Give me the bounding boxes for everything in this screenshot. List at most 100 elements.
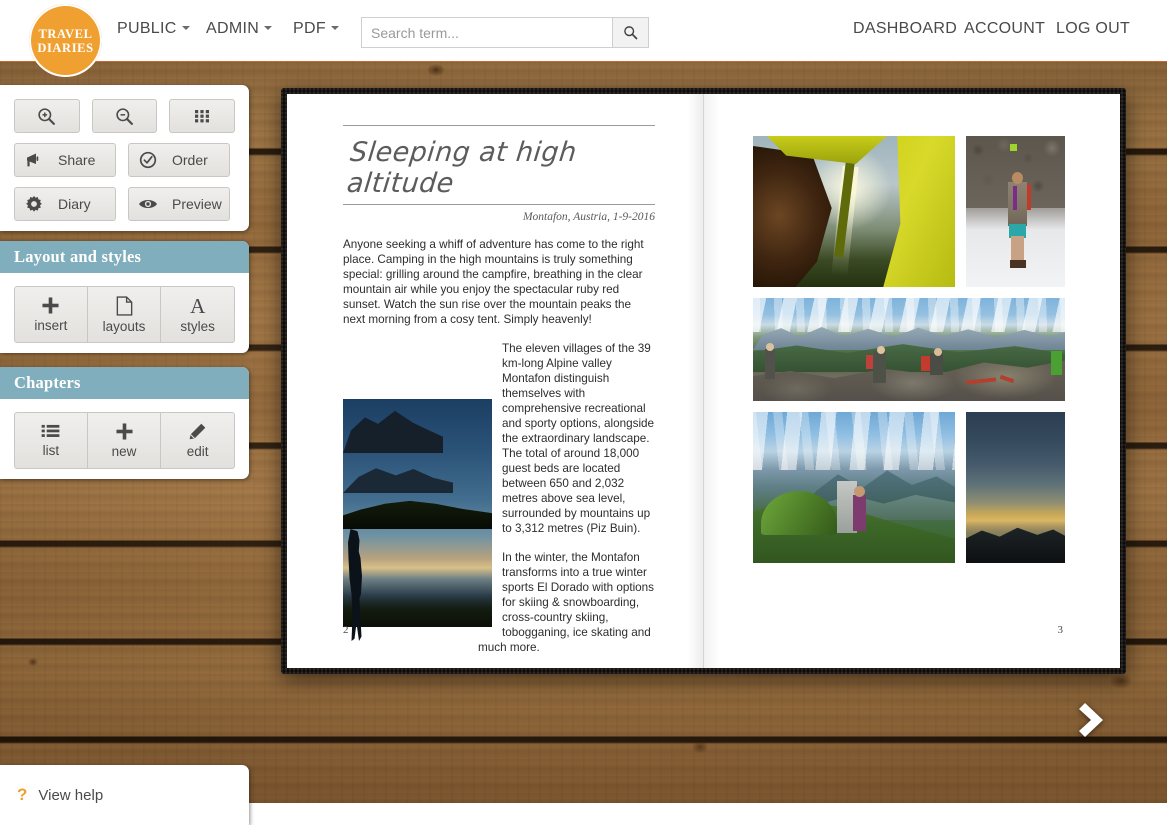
- share-button-label: Share: [58, 152, 96, 168]
- diary-paragraph-2-wrap: The eleven villages of the 39 km-long Al…: [343, 341, 655, 641]
- insert-button[interactable]: insert: [14, 286, 88, 343]
- search-icon: [624, 26, 638, 40]
- logo-line-2: DIARIES: [37, 40, 94, 55]
- zoom-in-button[interactable]: [14, 99, 80, 133]
- hiker-mid-head: [877, 346, 885, 354]
- chevron-down-icon: [330, 26, 339, 30]
- insert-button-label: insert: [34, 318, 68, 333]
- diary-location-date: Montafon, Austria, 1-9-2016: [522, 211, 655, 223]
- nav-item-logout[interactable]: LOG OUT: [1056, 20, 1130, 38]
- page-number-left: 2: [343, 624, 349, 636]
- hiker-right-head: [934, 348, 942, 356]
- search-form: [361, 17, 649, 48]
- photo-row-3: [753, 412, 1065, 563]
- book-viewer: Sleeping at high altitude Montafon, Aust…: [281, 88, 1126, 674]
- diary-paragraph-3: In the winter, the Montafon transforms i…: [478, 551, 655, 654]
- cloud-streaks: [753, 412, 955, 470]
- share-order-row: Share Order: [0, 133, 249, 177]
- ridge-shape: [343, 410, 443, 453]
- zoom-in-icon: [38, 107, 56, 125]
- nav-item-pdf-label: PDF: [293, 20, 326, 37]
- book-page-right: 3: [703, 94, 1119, 668]
- diary-paragraph-2: The eleven villages of the 39 km-long Al…: [502, 342, 655, 535]
- ground-shape: [343, 500, 492, 529]
- hiker-far-right: [1051, 351, 1062, 375]
- chapters-button-group: list new edit: [0, 399, 249, 469]
- styles-button[interactable]: A styles: [161, 286, 236, 343]
- nav-item-pdf[interactable]: PDF: [293, 20, 339, 38]
- gear-icon: [24, 195, 44, 213]
- chevron-down-icon: [181, 26, 190, 30]
- nav-item-account[interactable]: ACCOUNT: [964, 20, 1045, 38]
- nav-item-admin[interactable]: ADMIN: [206, 20, 273, 38]
- cloud-streaks: [753, 298, 1065, 332]
- logo-line-1: TRAVEL: [38, 26, 93, 41]
- panorama-hikers-on-ridge-photo[interactable]: [753, 298, 1065, 401]
- photo-row-2: [753, 298, 1065, 401]
- hiker-left: [765, 349, 775, 379]
- hiker-on-snowfield-photo[interactable]: [966, 136, 1065, 287]
- hiker-mid: [873, 351, 886, 383]
- book-pages: Sleeping at high altitude Montafon, Aust…: [287, 94, 1120, 668]
- chapter-new-button[interactable]: new: [87, 412, 162, 469]
- chapter-list-button[interactable]: list: [14, 412, 88, 469]
- view-from-yellow-tent-photo[interactable]: [753, 136, 955, 287]
- view-help-button[interactable]: ? View help: [0, 765, 249, 805]
- foreground-hair: [753, 146, 832, 287]
- diary-button[interactable]: Diary: [14, 187, 116, 221]
- search-input[interactable]: [361, 17, 612, 48]
- photo-row-1: [753, 136, 1065, 287]
- order-button[interactable]: Order: [128, 143, 230, 177]
- green-tent-campsite-photo[interactable]: [753, 412, 955, 563]
- dusk-mountain-valley-photo[interactable]: [966, 412, 1065, 563]
- chapter-edit-button[interactable]: edit: [161, 412, 236, 469]
- nav-item-public[interactable]: PUBLIC: [117, 20, 190, 38]
- hiker-right: [930, 353, 943, 375]
- hiker-legs: [1011, 236, 1024, 262]
- zoom-out-icon: [116, 107, 133, 125]
- layouts-button-label: layouts: [102, 318, 146, 334]
- search-button[interactable]: [612, 17, 649, 48]
- brand-logo[interactable]: TRAVEL DIARIES: [29, 4, 102, 77]
- purple-strap: [1013, 186, 1017, 210]
- tent-right-panel: [883, 136, 955, 287]
- camper-head: [854, 486, 865, 497]
- book-spine: [687, 94, 720, 668]
- page-icon: [116, 295, 133, 316]
- preview-button[interactable]: Preview: [128, 187, 230, 221]
- megaphone-icon: [24, 152, 44, 168]
- chapters-panel: Chapters list new edit: [0, 367, 249, 479]
- view-help-label: View help: [38, 786, 104, 804]
- page-number-right: 3: [1057, 624, 1064, 636]
- next-page-arrow[interactable]: [1077, 700, 1111, 740]
- chapter-edit-label: edit: [186, 444, 209, 459]
- diary-paragraph-1: Anyone seeking a whiff of adventure has …: [343, 238, 644, 326]
- nav-item-dashboard[interactable]: DASHBOARD: [853, 20, 957, 38]
- chapters-panel-title: Chapters: [0, 367, 249, 399]
- hiker-boots: [1010, 260, 1026, 268]
- share-button[interactable]: Share: [14, 143, 116, 177]
- diary-entry-title: Sleeping at high altitude: [345, 137, 579, 199]
- diary-button-label: Diary: [58, 196, 91, 212]
- silhouette-at-sunset-photo[interactable]: [343, 399, 492, 641]
- hiker-torso: [1008, 182, 1027, 226]
- plus-icon: [41, 296, 60, 315]
- chevron-down-icon: [264, 26, 273, 30]
- zoom-button-row: [0, 85, 249, 133]
- layout-panel-title: Layout and styles: [0, 241, 249, 273]
- nav-item-public-label: PUBLIC: [117, 20, 177, 37]
- pencil-icon: [188, 422, 207, 441]
- plus-icon: [115, 422, 134, 441]
- grid-view-button[interactable]: [169, 99, 236, 133]
- zoom-out-button[interactable]: [91, 99, 158, 133]
- chapter-list-label: list: [42, 442, 60, 458]
- layout-and-styles-panel: Layout and styles insert layouts A style: [0, 241, 249, 353]
- hiker-left-head: [766, 343, 774, 351]
- layout-button-group: insert layouts A styles: [0, 273, 249, 343]
- chapter-new-label: new: [111, 444, 137, 459]
- chevron-right-icon: [1079, 703, 1103, 737]
- hiker-head: [1012, 172, 1023, 184]
- preview-button-label: Preview: [172, 196, 222, 212]
- layouts-button[interactable]: layouts: [87, 286, 162, 343]
- grid-icon: [194, 110, 209, 123]
